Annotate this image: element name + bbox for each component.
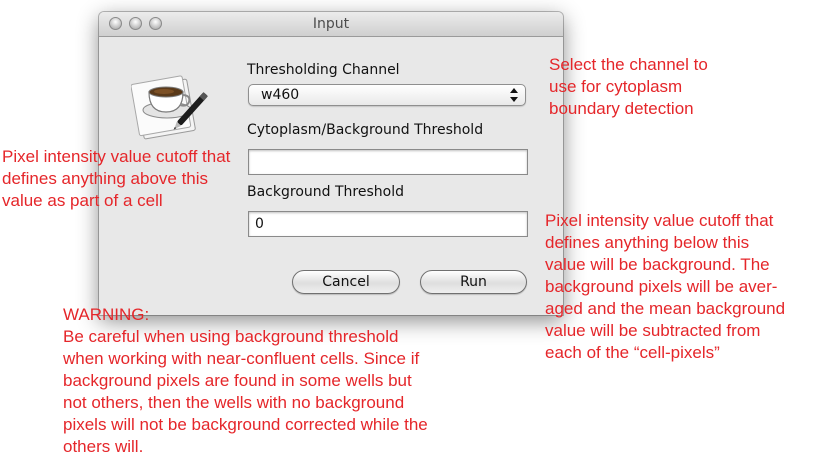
background-threshold-label: Background Threshold: [247, 184, 404, 200]
channel-annotation: Select the channel to use for cytoplasm …: [549, 55, 708, 118]
thresholding-channel-popup[interactable]: w460: [248, 84, 526, 106]
coffee-cup-with-pen-icon: [131, 75, 208, 140]
warning-body: Be careful when using background thresho…: [63, 327, 428, 456]
thresholding-channel-label: Thresholding Channel: [247, 62, 400, 78]
background-cutoff-annotation: Pixel intensity value cutoff that define…: [545, 211, 786, 362]
background-threshold-input[interactable]: [248, 211, 528, 237]
window-title: Input: [312, 16, 350, 32]
cancel-button[interactable]: Cancel: [292, 270, 400, 294]
warning-title: WARNING:: [63, 305, 150, 324]
cytoplasm-threshold-input[interactable]: [248, 149, 528, 175]
run-button[interactable]: Run: [420, 270, 527, 294]
title-bar[interactable]: Input: [99, 12, 563, 37]
thresholding-channel-value: w460: [261, 87, 300, 103]
cell-cutoff-annotation: Pixel intensity value cutoff that define…: [2, 147, 231, 210]
up-down-arrows-icon: [510, 88, 518, 102]
cytoplasm-threshold-label: Cytoplasm/Background Threshold: [247, 122, 484, 138]
